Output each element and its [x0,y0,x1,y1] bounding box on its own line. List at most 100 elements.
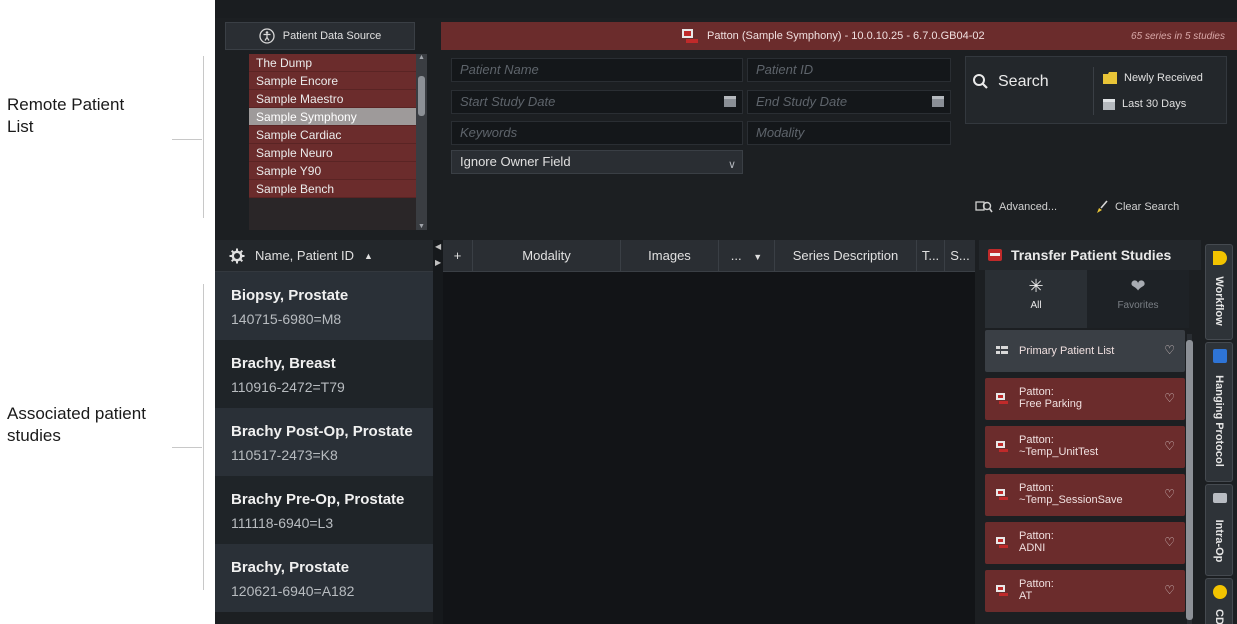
favorite-heart-icon[interactable]: ♡ [1164,439,1175,453]
favorite-heart-icon[interactable]: ♡ [1164,487,1175,501]
data-source-scrollbar[interactable]: ▲ ▼ [416,54,427,230]
tab-workflow[interactable]: Workflow [1205,244,1233,340]
destination-label: Patton: [1019,530,1054,542]
keywords-field[interactable]: Keywords [451,121,743,145]
end-study-date-field[interactable]: End Study Date [747,90,951,114]
clear-search-label: Clear Search [1115,201,1180,213]
column-more[interactable]: ... ▼ [719,240,775,272]
patient-name: Brachy, Breast [231,355,336,372]
column-t[interactable]: T... [917,240,945,272]
patient-id: 110916-2472=T79 [231,379,345,395]
search-icon [973,74,988,89]
tab-intra-op[interactable]: Intra-Op [1205,484,1233,576]
data-source-item[interactable]: The Dump [249,54,417,72]
series-grid-body[interactable] [443,272,975,624]
patient-id: 110517-2473=K8 [231,447,338,463]
primary-patient-list-destination[interactable]: Primary Patient List ♡ [985,330,1185,372]
data-source-item[interactable]: Sample Y90 [249,162,417,180]
start-study-date-placeholder: Start Study Date [460,94,556,109]
newly-received-button[interactable]: Newly Received [1102,71,1203,85]
patient-name-field[interactable]: Patient Name [451,58,743,82]
tab-hanging-protocol[interactable]: Hanging Protocol [1205,342,1233,482]
start-study-date-field[interactable]: Start Study Date [451,90,743,114]
destination-label: Primary Patient List [1019,345,1115,357]
chevron-down-icon: ∨ [727,159,736,171]
tab-all[interactable]: ✳ All [985,270,1087,328]
calendar-icon [1103,99,1115,110]
hanging-protocol-icon [1213,349,1227,363]
scroll-up-icon[interactable]: ▲ [416,54,427,61]
data-source-list[interactable]: The Dump Sample Encore Sample Maestro Sampl… [249,54,427,230]
intra-op-icon [1213,493,1227,503]
favorite-heart-icon[interactable]: ♡ [1164,583,1175,597]
patient-id: 140715-6980=M8 [231,311,342,327]
patient-row[interactable]: Biopsy, Prostate 140715-6980=M8 [215,272,433,340]
destination-name: ~Temp_UnitTest [1019,446,1099,458]
column-modality[interactable]: Modality [473,240,621,272]
transfer-destination[interactable]: Patton: ADNI ♡ [985,522,1185,564]
transfer-scrollbar[interactable] [1185,334,1194,624]
modality-field[interactable]: Modality [747,121,951,145]
data-source-item[interactable]: Sample Cardiac [249,126,417,144]
patient-row[interactable]: Brachy, Breast 110916-2472=T79 [215,340,433,408]
favorite-heart-icon[interactable]: ♡ [1164,343,1175,357]
destination-name: ADNI [1019,542,1046,554]
column-series-description[interactable]: Series Description [775,240,917,272]
gear-icon[interactable] [229,248,245,264]
advanced-label: Advanced... [999,201,1058,213]
transfer-destination[interactable]: Patton: ~Temp_UnitTest ♡ [985,426,1185,468]
patient-list[interactable]: Biopsy, Prostate 140715-6980=M8 Brachy, Br… [215,272,433,624]
transfer-destination[interactable]: Patton: Free Parking ♡ [985,378,1185,420]
column-images[interactable]: Images [621,240,719,272]
tab-favorites[interactable]: ❤ Favorites [1087,270,1189,328]
column-add[interactable]: + [443,240,473,272]
data-source-item[interactable]: Sample Symphony [249,108,417,126]
data-source-item[interactable]: Sample Maestro [249,90,417,108]
data-source-header[interactable]: Patient Data Source [225,22,415,50]
tab-hanging-protocol-label: Hanging Protocol [1213,375,1225,467]
series-count: 65 series in 5 studies [1131,30,1225,42]
favorite-heart-icon[interactable]: ♡ [1164,391,1175,405]
panel-splitter[interactable]: ◀ ▶ [433,240,443,624]
patient-row[interactable]: Brachy, Prostate 120621-6940=A182 [215,544,433,612]
scrollbar-thumb[interactable] [418,76,425,116]
owner-field-select[interactable]: Ignore Owner Field ∨ [451,150,743,174]
callout-line-remote [172,139,202,140]
splitter-left-icon[interactable]: ◀ [435,242,441,251]
calendar-icon[interactable] [724,96,736,107]
column-s[interactable]: S... [945,240,975,272]
splitter-right-icon[interactable]: ▶ [435,258,441,267]
tab-favorites-label: Favorites [1117,300,1159,311]
bracket-remote [203,56,204,218]
calendar-icon[interactable] [932,96,944,107]
transfer-destination-list[interactable]: Primary Patient List ♡ Patton: Free Parking… [985,330,1185,624]
patient-name: Brachy Post-Op, Prostate [231,423,413,440]
transfer-destination[interactable]: Patton: AT ♡ [985,570,1185,612]
patient-row[interactable]: Brachy Post-Op, Prostate 110517-2473=K8 [215,408,433,476]
search-button[interactable]: Search [972,73,1049,91]
advanced-button[interactable]: Advanced... [975,200,1057,214]
destination-name: ~Temp_SessionSave [1019,494,1123,506]
transfer-destination[interactable]: Patton: ~Temp_SessionSave ♡ [985,474,1185,516]
sort-header[interactable]: Name, Patient ID ▲ [215,240,433,272]
remote-patient-list-callout: Remote Patient List [7,94,177,138]
patient-id: 111118-6940=L3 [231,515,334,531]
favorite-heart-icon[interactable]: ♡ [1164,535,1175,549]
scroll-down-icon[interactable]: ▼ [416,223,427,230]
page: Remote Patient List Associated patient stu… [0,0,1237,624]
search-divider [1093,67,1094,115]
data-source-item[interactable]: Sample Encore [249,72,417,90]
data-source-item[interactable]: Sample Neuro [249,144,417,162]
data-source-item[interactable]: Sample Bench [249,180,417,198]
side-tab-bar: Workflow Hanging Protocol Intra-Op CD [1201,240,1237,624]
tab-cd[interactable]: CD [1205,578,1233,624]
newly-received-label: Newly Received [1124,72,1203,84]
workflow-icon [1213,251,1227,265]
last-30-days-button[interactable]: Last 30 Days [1102,97,1186,111]
column-more-label: ... [730,248,742,263]
patient-row[interactable]: Brachy Pre-Op, Prostate 111118-6940=L3 [215,476,433,544]
clear-search-button[interactable]: Clear Search [1095,200,1179,214]
folder-icon [1103,72,1117,84]
scrollbar-thumb[interactable] [1186,340,1193,620]
patient-id-field[interactable]: Patient ID [747,58,951,82]
